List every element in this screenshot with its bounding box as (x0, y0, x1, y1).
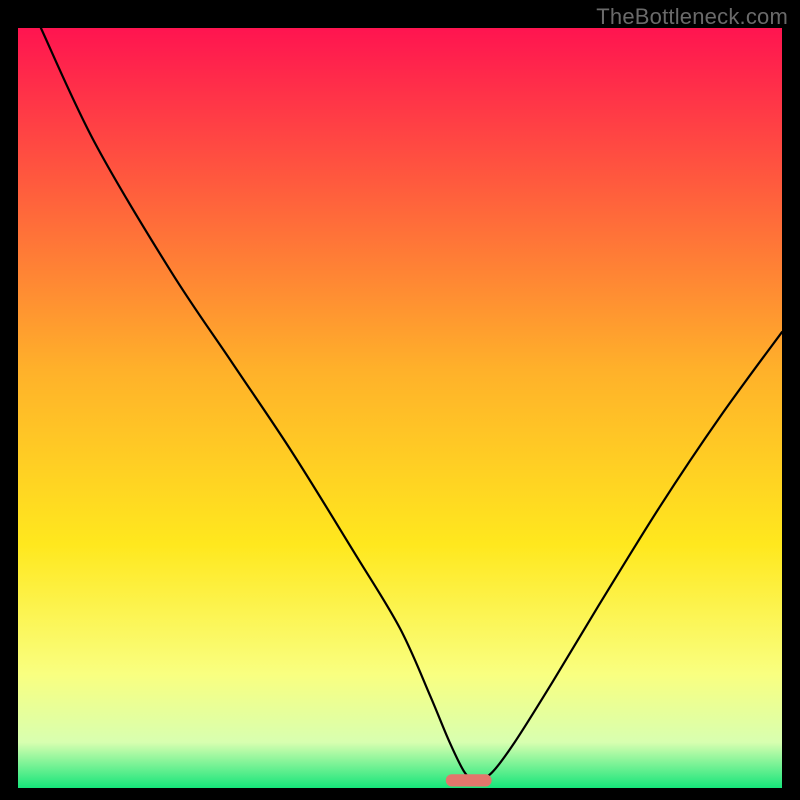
watermark-text: TheBottleneck.com (596, 4, 788, 30)
image-root: TheBottleneck.com (0, 0, 800, 800)
plot-area (18, 28, 782, 788)
optimum-marker (446, 774, 492, 786)
gradient-background (18, 28, 782, 788)
bottleneck-chart (18, 28, 782, 788)
